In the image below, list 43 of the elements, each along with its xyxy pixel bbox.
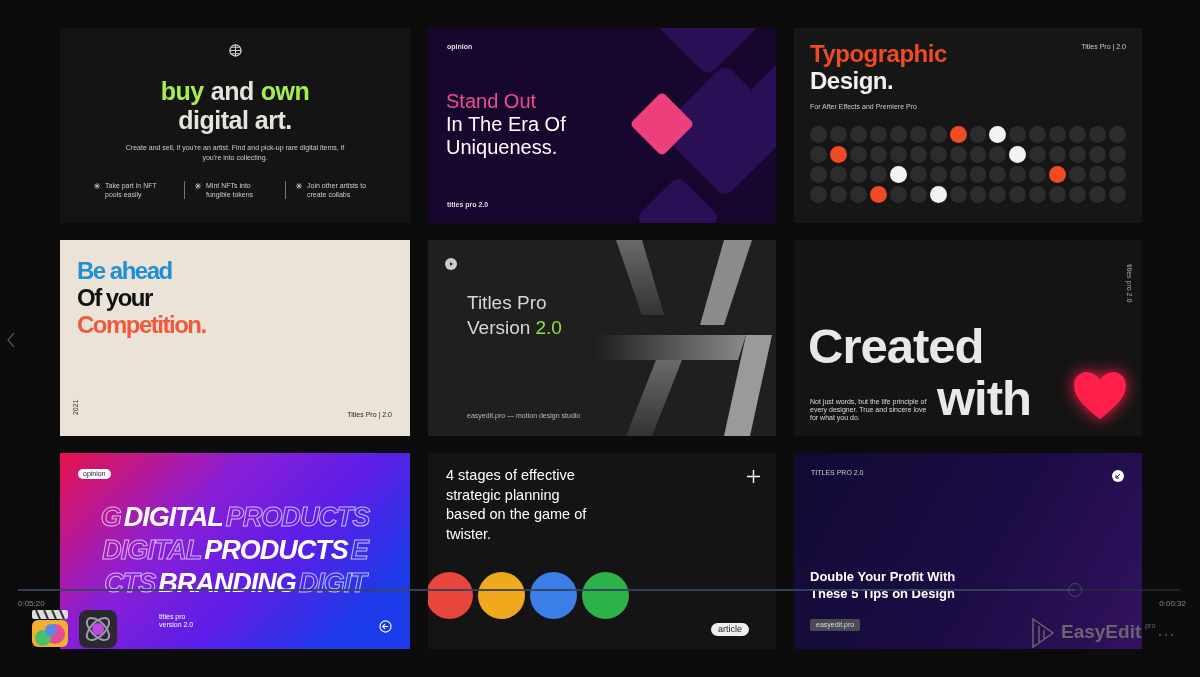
headline-word: and (210, 77, 254, 106)
headline-word: buy (160, 77, 204, 106)
orbit-app-icon[interactable] (79, 610, 117, 648)
headline-word: with (937, 372, 1031, 424)
sparkle-icon (195, 183, 201, 189)
headline-line: Uniqueness. (446, 136, 558, 159)
chevron-left-icon[interactable] (7, 332, 15, 348)
version-label: Version (467, 316, 531, 340)
logo-text: EasyEdit (1061, 621, 1142, 643)
sparkle-icon (296, 183, 302, 189)
headline-line: Design. (810, 67, 894, 94)
outline-word: PRODUCTS (225, 501, 370, 534)
article-title: Double Your Profit With These 5 Tips on Design (810, 568, 957, 602)
remaining-time: 0:00:32 (1159, 598, 1186, 610)
headline-line: Of your (77, 284, 154, 311)
play-icon (445, 258, 457, 270)
headline-line: Competition. (77, 311, 206, 338)
headline-line: In The Era Of (446, 113, 566, 136)
outline-word: DIGITAL (102, 534, 202, 567)
plus-icon[interactable] (747, 470, 760, 483)
headline-word: Created (808, 320, 984, 372)
outline-word: G (100, 501, 121, 534)
clapperboard-icon[interactable] (31, 608, 69, 648)
article-tag: article (711, 623, 749, 636)
sparkle-icon (94, 183, 100, 189)
article-title: 4 stages of effective strategic planning based on the game of twister. (446, 466, 588, 544)
arrow-icon[interactable] (1112, 470, 1124, 482)
headline-word: PRODUCTS (204, 534, 348, 567)
globe-icon (228, 44, 242, 57)
headline-word: DIGITAL (123, 501, 223, 534)
outline-word: E (350, 534, 368, 567)
headline-word: digital art. (178, 106, 292, 135)
title-text: Titles Pro (467, 291, 547, 315)
play-logo-icon (1031, 618, 1055, 648)
headline-line: Be ahead (77, 257, 173, 284)
heart-icon (1072, 371, 1128, 421)
headline-line: Stand Out (446, 90, 537, 113)
arrow-left-icon (379, 620, 392, 633)
headline-word: own (260, 77, 310, 106)
headline-line: Typographic (810, 40, 947, 67)
elapsed-time: 0:05:20 (18, 598, 45, 610)
version-number: 2.0 (535, 316, 562, 340)
headline-word: BRANDING (158, 567, 296, 600)
